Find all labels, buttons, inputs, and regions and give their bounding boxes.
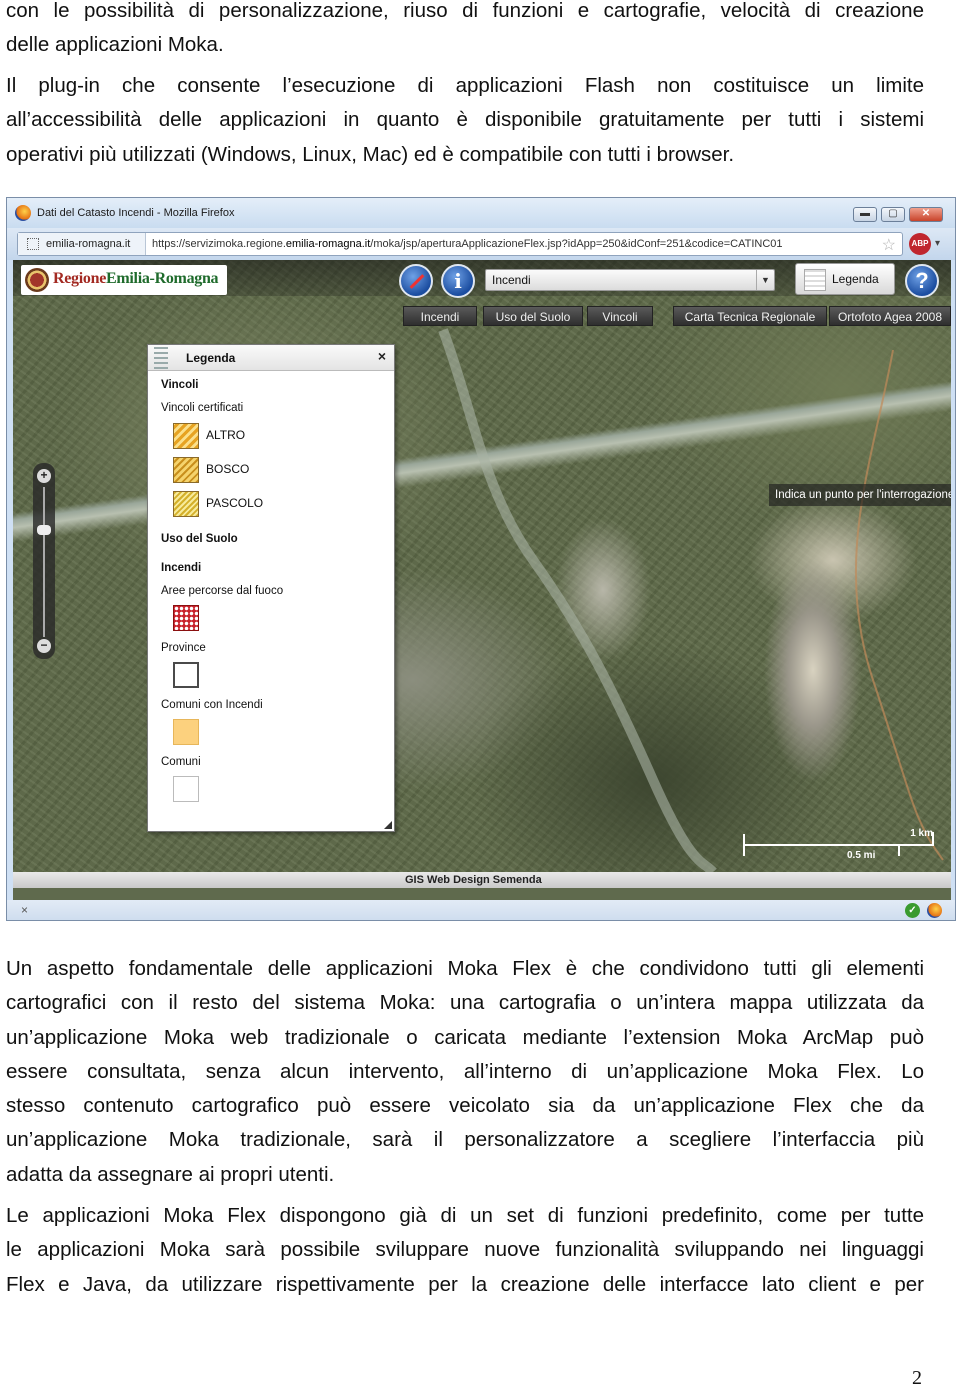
site-identity-button[interactable]: emilia-romagna.it [18,233,146,255]
footer-credit: GIS Web Design Semenda [405,874,542,886]
tab-incendi[interactable]: Incendi [403,306,477,326]
url-text: https://servizimoka.regione.emilia-romag… [152,233,783,255]
text-line: con le possibilità di personalizzazione,… [6,0,924,22]
legend-item-label: BOSCO [206,462,250,476]
scale-km-label: 1 km [910,828,933,839]
paragraph-intro-end: con le possibilità di personalizzazione,… [6,0,924,63]
zoom-in-button[interactable]: + [37,469,51,483]
paragraph-functions: Le applicazioni Moka Flex dispongono già… [6,1199,924,1302]
chevron-down-icon[interactable]: ▼ [756,270,774,290]
text-line: stesso contenuto cartografico può essere… [6,1094,924,1118]
legend-item-label: PASCOLO [206,496,264,510]
swatch-province-icon [173,662,199,688]
title-bar: Dati del Catasto Incendi - Mozilla Firef… [7,198,955,228]
logo-text-prefix: Regione [53,270,107,287]
compass-icon[interactable] [399,264,433,298]
query-hint: Indica un punto per l'interrogazione [769,484,951,506]
page-number: 2 [912,1367,922,1389]
text-line: Flex e Java, da utilizzare rispettivamen… [6,1272,924,1296]
text-line: un’applicazione Moka tradizionale, sarà … [6,1128,924,1152]
url-domain: emilia-romagna.it [285,238,371,250]
check-icon: ✓ [905,903,920,918]
legend-panel: Legenda × Vincoli Vincoli certificati AL… [147,344,395,832]
paragraph-shared-cartography: Un aspetto fondamentale delle applicazio… [6,952,924,1192]
legend-group-vincoli: Vincoli [161,379,199,391]
legend-subgroup-vincoli-certificati: Vincoli certificati [161,402,244,414]
tab-uso-del-suolo[interactable]: Uso del Suolo [483,306,583,326]
help-icon[interactable]: ? [905,264,939,298]
text-line: essere consultata, senza alcun intervent… [6,1059,924,1083]
swatch-pascolo-icon [173,491,199,517]
legend-body: Vincoli Vincoli certificati ALTRO BOSCO … [148,371,394,831]
regione-logo: RegioneEmilia-Romagna [21,265,227,295]
text-line: un’applicazione Moka web tradizionale o … [6,1025,924,1049]
zoom-slider[interactable]: + − [33,463,55,659]
text-line: cartografici con il resto del sistema Mo… [6,991,924,1015]
browser-window-screenshot: Dati del Catasto Incendi - Mozilla Firef… [6,197,956,921]
address-bar[interactable]: emilia-romagna.it https://servizimoka.re… [17,232,903,256]
window-title: Dati del Catasto Incendi - Mozilla Firef… [37,207,235,219]
layer-select-value: Incendi [492,273,531,287]
paragraph-plugin: Il plug-in che consente l’esecuzione di … [6,69,924,172]
url-suffix: /moka/jsp/aperturaApplicazioneFlex.jsp?i… [370,238,783,250]
text-line: le applicazioni Moka sarà possibile svil… [6,1238,924,1262]
text-line: adatta da assegnare ai propri utenti. [6,1162,335,1186]
swatch-comuni-icon [173,776,199,802]
text-line: all’accessibilità delle applicazioni in … [6,108,924,132]
legend-subgroup-comuni: Comuni [161,756,201,768]
regione-logo-text: RegioneEmilia-Romagna [53,270,219,288]
legend-close-icon[interactable]: × [378,348,386,364]
legend-header[interactable]: Legenda × [148,345,394,371]
legend-button[interactable]: Legenda [795,263,895,295]
legend-subgroup-aree-percorse: Aree percorse dal fuoco [161,585,284,597]
legend-subgroup-province: Province [161,642,206,654]
legend-item-label: ALTRO [206,428,246,442]
statusbar-close-icon[interactable]: × [21,903,28,917]
text-line: operativi più utilizzati (Windows, Linux… [6,142,735,166]
zoom-out-button[interactable]: − [37,639,51,653]
scale-bar: 1 km 0.5 mi [743,828,939,864]
zoom-track [43,487,45,637]
regione-logo-icon [25,268,49,292]
maximize-button[interactable]: ▢ [881,207,905,222]
resize-handle-icon[interactable] [384,821,392,829]
app-footer: GIS Web Design Semenda [13,872,951,888]
firefox-status-icon [927,903,942,918]
text-line: Un aspetto fondamentale delle applicazio… [6,957,924,980]
url-prefix: https://servizimoka.regione. [152,238,286,250]
firefox-icon [15,205,31,221]
tab-vincoli[interactable]: Vincoli [587,306,653,326]
scale-mi-label: 0.5 mi [847,850,876,861]
layer-select[interactable]: Incendi ▼ [485,269,775,291]
tab-ortofoto-agea[interactable]: Ortofoto Agea 2008 [829,306,951,326]
text-line: Le applicazioni Moka Flex dispongono già… [6,1204,924,1227]
moka-flex-application: RegioneEmilia-Romagna i Incendi ▼ Legend… [13,260,951,900]
swatch-altro-icon [173,423,199,449]
swatch-bosco-icon [173,457,199,483]
logo-text-suffix: Emilia-Romagna [106,270,219,287]
zoom-thumb[interactable] [37,525,51,535]
site-identity-icon [27,238,39,250]
bookmark-star-icon[interactable]: ☆ [882,235,896,255]
legend-group-incendi: Incendi [161,562,202,574]
close-button[interactable]: ✕ [909,207,943,222]
text-line: Il plug-in che consente l’esecuzione di … [6,74,924,97]
navigation-bar: emilia-romagna.it https://servizimoka.re… [7,228,955,260]
app-header: RegioneEmilia-Romagna i Incendi ▼ Legend… [13,260,951,298]
adblock-plus-icon[interactable]: ABP [909,233,931,255]
browser-statusbar: × ✓ [7,900,955,920]
map-tabs: Incendi Uso del Suolo Vincoli Carta Tecn… [13,306,951,326]
tab-carta-tecnica-regionale[interactable]: Carta Tecnica Regionale [673,306,827,326]
swatch-aree-percorse-icon [173,605,199,631]
swatch-comuni-con-incendi-icon [173,719,199,745]
text-line: delle applicazioni Moka. [6,33,224,57]
dropdown-arrow-icon[interactable]: ▾ [935,238,940,249]
info-icon[interactable]: i [441,264,475,298]
legend-title: Legenda [186,351,236,365]
site-identity-label: emilia-romagna.it [46,238,131,250]
legend-group-uso-del-suolo: Uso del Suolo [161,533,238,545]
drag-handle-icon[interactable] [154,347,168,369]
minimize-button[interactable]: ▬ [853,207,877,222]
legend-subgroup-comuni-con-incendi: Comuni con Incendi [161,699,263,711]
